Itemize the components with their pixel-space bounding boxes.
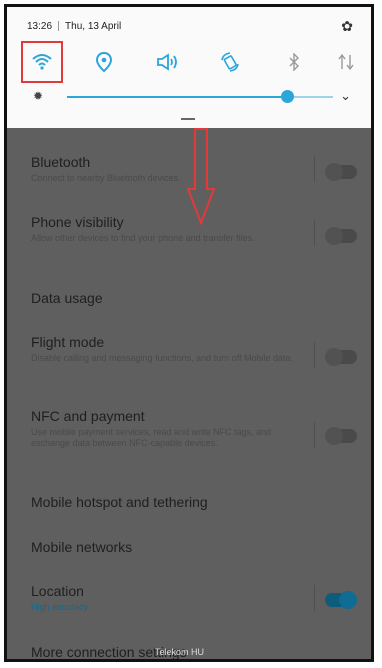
data-usage-title: Data usage (31, 290, 103, 306)
status-divider (58, 21, 60, 31)
location-tile[interactable] (87, 45, 121, 79)
list-item-mobile-networks[interactable]: Mobile networks (31, 539, 357, 555)
data-icon (338, 53, 354, 71)
list-item-hotspot[interactable]: Mobile hotspot and tethering (31, 494, 357, 510)
divider (314, 585, 315, 611)
sound-tile[interactable] (151, 45, 185, 79)
wifi-icon (32, 54, 52, 70)
flight-mode-toggle[interactable] (325, 348, 357, 366)
bluetooth-icon (289, 53, 299, 71)
brightness-slider-knob[interactable] (281, 90, 294, 103)
brightness-icon: ✹ (33, 89, 44, 103)
brightness-fill (67, 96, 289, 98)
rotate-tile[interactable] (213, 45, 247, 79)
sound-icon (157, 53, 177, 71)
nfc-toggle[interactable] (325, 427, 357, 445)
list-item-data-usage[interactable]: Data usage (31, 290, 357, 306)
status-bar: 13:26 Thu, 13 April ✿ (27, 17, 353, 35)
gear-icon[interactable]: ✿ (341, 18, 353, 35)
data-tile[interactable] (329, 45, 363, 79)
flight-mode-subtitle: Disable calling and messaging functions,… (31, 353, 293, 363)
watermark: Telekom HU (155, 647, 205, 657)
notification-shade: 13:26 Thu, 13 April ✿ ✹ ⌄ (7, 7, 371, 128)
bluetooth-toggle[interactable] (325, 163, 357, 181)
quick-settings-row (21, 41, 359, 83)
bluetooth-subtitle: Connect to nearby Bluetooth devices. (31, 173, 181, 183)
wifi-tile[interactable] (21, 41, 63, 83)
location-title: Location (31, 583, 84, 599)
annotation-arrow (187, 128, 215, 226)
brightness-row: ✹ ⌄ (27, 86, 355, 108)
nfc-subtitle: Use mobile payment services, read and wr… (31, 427, 272, 448)
rotate-icon (221, 52, 239, 72)
hotspot-title: Mobile hotspot and tethering (31, 494, 208, 510)
drag-handle[interactable] (181, 118, 195, 120)
location-icon (96, 52, 112, 72)
clock: 13:26 (27, 20, 53, 32)
date: Thu, 13 April (65, 20, 122, 32)
flight-mode-title: Flight mode (31, 334, 105, 350)
list-item-location[interactable]: Location High accuracy (31, 583, 357, 613)
phone-screen: 13:26 Thu, 13 April ✿ ✹ ⌄ Bluetooth Conn… (4, 4, 374, 662)
mobile-networks-title: Mobile networks (31, 539, 133, 555)
list-item-flight-mode[interactable]: Flight mode Disable calling and messagin… (31, 334, 357, 364)
chevron-down-icon[interactable]: ⌄ (340, 88, 351, 104)
divider (314, 342, 315, 368)
phone-visibility-toggle[interactable] (325, 227, 357, 245)
list-item-nfc[interactable]: NFC and payment Use mobile payment servi… (31, 408, 357, 449)
divider (314, 422, 315, 448)
location-subtitle: High accuracy (31, 602, 89, 612)
divider (314, 220, 315, 246)
location-toggle[interactable] (325, 591, 357, 609)
nfc-title: NFC and payment (31, 408, 145, 424)
bluetooth-tile[interactable] (277, 45, 311, 79)
phone-visibility-subtitle: Allow other devices to find your phone a… (31, 233, 255, 243)
divider (314, 156, 315, 182)
